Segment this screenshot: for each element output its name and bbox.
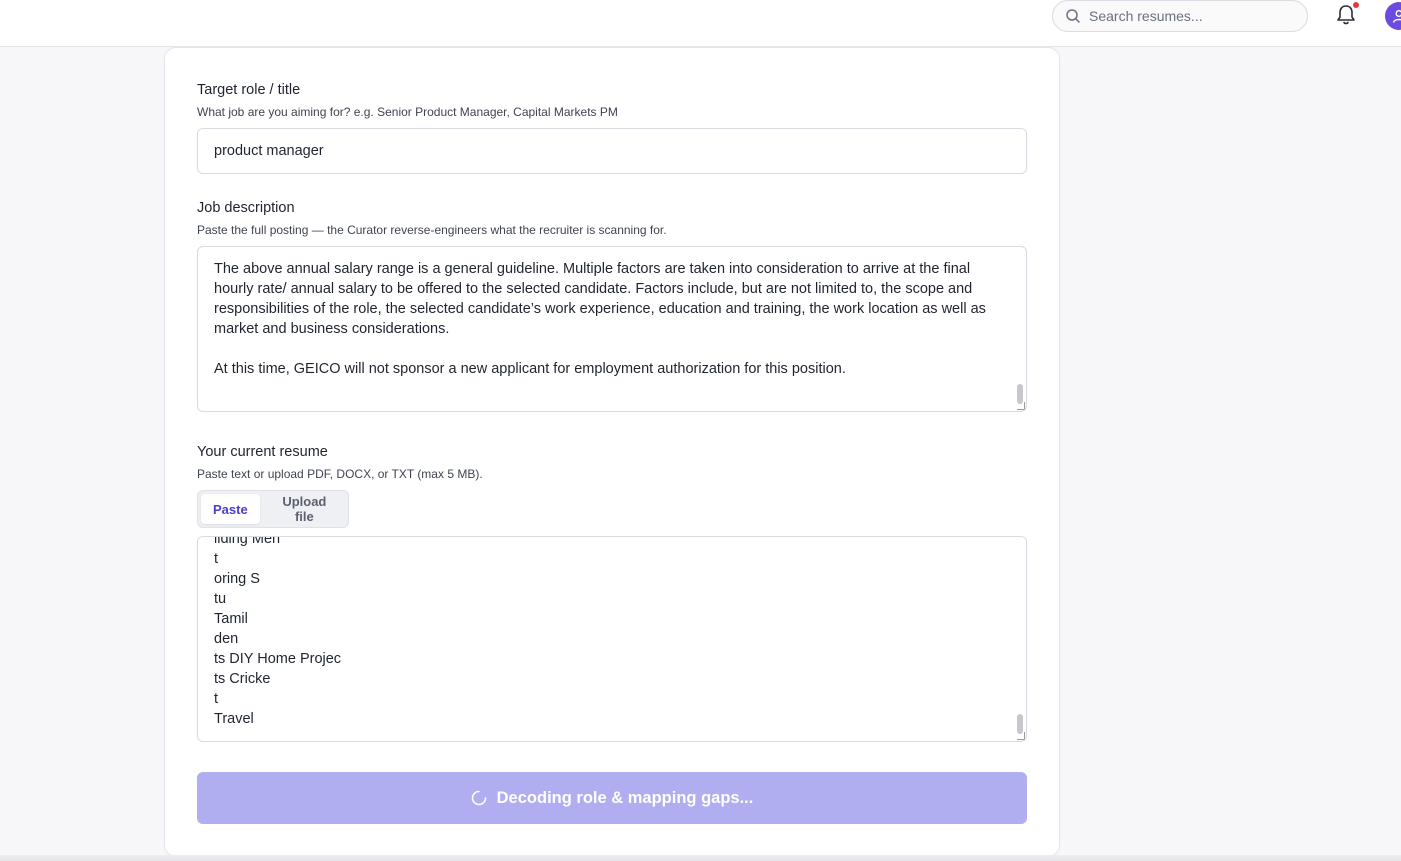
resume-line: Tamil — [214, 611, 248, 627]
submit-button[interactable]: Decoding role & mapping gaps... — [197, 772, 1027, 824]
target-role-label: Target role / title — [197, 82, 301, 98]
resume-label: Your current resume — [197, 444, 328, 460]
resume-line: ilding Men — [214, 536, 281, 547]
resume-source-toggle: Paste Upload file — [197, 490, 349, 528]
user-icon — [1392, 10, 1401, 23]
search-input[interactable] — [1089, 8, 1289, 24]
resume-textarea[interactable]: ilding Men t oring S tu Tamil den ts DIY… — [197, 536, 1027, 742]
job-description-paragraph: The above annual salary range is a gener… — [214, 261, 990, 337]
tab-paste[interactable]: Paste — [201, 494, 260, 524]
page-bottom-edge — [0, 855, 1401, 861]
resume-text: ilding Men t oring S tu Tamil den ts DIY… — [214, 536, 342, 729]
top-bar — [0, 0, 1401, 47]
resume-tailor-form: Target role / title What job are you aim… — [164, 47, 1060, 857]
avatar[interactable] — [1385, 2, 1401, 30]
resume-line: t — [214, 551, 219, 567]
submit-label: Decoding role & mapping gaps... — [496, 788, 754, 807]
job-description-paragraph: At this time, GEICO will not sponsor a n… — [214, 361, 846, 377]
job-description-label: Job description — [197, 200, 295, 216]
search-icon — [1066, 9, 1080, 23]
search-box[interactable] — [1052, 0, 1308, 32]
resume-line: tu — [214, 591, 227, 607]
target-role-input[interactable] — [197, 128, 1027, 174]
job-description-scrollbar[interactable] — [1015, 248, 1025, 410]
resume-line: t — [214, 691, 219, 707]
target-role-help: What job are you aiming for? e.g. Senior… — [197, 105, 618, 119]
spinner-icon — [471, 790, 486, 806]
scroll-thumb[interactable] — [1017, 384, 1023, 404]
scroll-thumb[interactable] — [1017, 714, 1023, 734]
job-description-textarea[interactable]: The above annual salary range is a gener… — [197, 246, 1027, 412]
resize-handle[interactable] — [1017, 732, 1025, 740]
resume-line: ts DIY Home Projec — [214, 651, 342, 667]
notification-dot — [1353, 2, 1359, 8]
resume-help: Paste text or upload PDF, DOCX, or TXT (… — [197, 467, 483, 481]
job-description-help: Paste the full posting — the Curator rev… — [197, 223, 667, 237]
resume-line: Travel — [214, 711, 254, 727]
resize-handle[interactable] — [1017, 402, 1025, 410]
resume-line: ts Cricke — [214, 671, 271, 687]
resume-line: den — [214, 631, 239, 647]
tab-upload-file[interactable]: Upload file — [264, 494, 345, 524]
resume-scrollbar[interactable] — [1015, 538, 1025, 740]
resume-line: oring S — [214, 571, 260, 587]
